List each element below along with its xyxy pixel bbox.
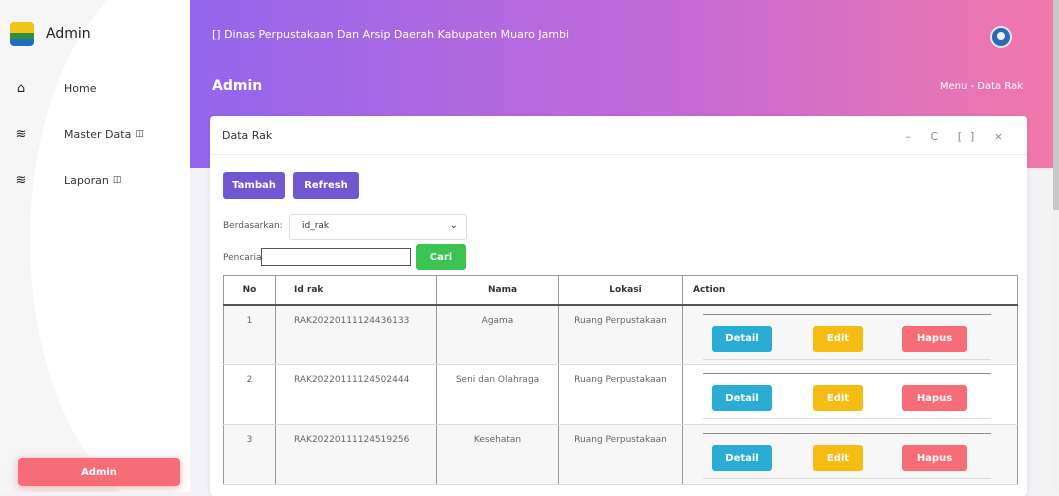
- expand-icon: ◫: [112, 175, 122, 185]
- detail-button[interactable]: Detail: [712, 445, 772, 471]
- sidebar-item-label: Home: [64, 81, 97, 95]
- sidebar-item-home[interactable]: ⌂ Home: [8, 65, 184, 111]
- row-actions: Detail Edit Hapus: [682, 424, 1018, 485]
- sidebar-item-label: Master Data: [64, 127, 132, 141]
- home-icon: ⌂: [16, 80, 26, 96]
- detail-button[interactable]: Detail: [712, 325, 772, 352]
- delete-button[interactable]: Hapus: [902, 325, 967, 352]
- sidebar-item-label: Laporan: [64, 173, 109, 187]
- table-row: 3 RAK20220111124519256 Kesehatan Ruang P…: [223, 424, 1018, 485]
- page-title: Admin: [212, 78, 263, 94]
- rak-name: Seni dan Olahraga: [436, 364, 559, 425]
- divider: [210, 154, 1027, 155]
- delete-button[interactable]: Hapus: [902, 445, 967, 471]
- edit-button[interactable]: Edit: [813, 385, 863, 411]
- rak-id: RAK20220111124502444: [275, 364, 437, 425]
- table-row: 1 RAK20220111124436133 Agama Ruang Perpu…: [223, 304, 1018, 365]
- regency-logo-icon: [10, 22, 34, 46]
- row-actions: Detail Edit Hapus: [682, 364, 1018, 425]
- rak-id: RAK20220111124519256: [275, 424, 437, 485]
- search-button[interactable]: Cari: [416, 244, 466, 270]
- app-title: [] Dinas Perpustakaan Dan Arsip Daerah K…: [212, 28, 570, 41]
- delete-button[interactable]: Hapus: [902, 385, 967, 411]
- chevron-down-icon: ⌄: [449, 220, 458, 231]
- row-number: 2: [223, 364, 276, 425]
- rak-location: Ruang Perpustakaan: [558, 364, 683, 425]
- page-scrollbar[interactable]: [1053, 0, 1059, 492]
- card-tools[interactable]: – C [] ×: [906, 130, 1011, 143]
- filter-value: id_rak: [302, 221, 330, 231]
- user-admin-button[interactable]: Admin: [18, 458, 180, 486]
- breadcrumb: Menu - Data Rak: [939, 81, 1023, 92]
- row-number: 3: [223, 424, 276, 485]
- data-rak-table: No Id rak Nama Lokasi Action 1 RAK202201…: [223, 275, 1018, 485]
- scrollbar-thumb[interactable]: [1053, 0, 1059, 210]
- data-rak-card: Data Rak – C [] × Tambah Refresh Berdasa…: [210, 116, 1027, 496]
- rak-location: Ruang Perpustakaan: [558, 304, 683, 365]
- layers-icon: ≋: [15, 126, 27, 142]
- card-title: Data Rak: [222, 129, 273, 142]
- filter-label: Berdasarkan:: [223, 221, 283, 231]
- rak-name: Agama: [436, 304, 559, 365]
- detail-button[interactable]: Detail: [712, 385, 772, 411]
- expand-icon: ◫: [135, 129, 144, 139]
- filter-select[interactable]: id_rak ⌄: [289, 214, 467, 240]
- layers-icon: ≋: [15, 172, 27, 188]
- row-number: 1: [223, 304, 276, 365]
- rak-location: Ruang Perpustakaan: [558, 424, 683, 485]
- column-header[interactable]: Nama: [436, 275, 559, 306]
- column-header[interactable]: Lokasi: [558, 275, 683, 306]
- sidebar-item-laporan[interactable]: ≋ Laporan ◫: [8, 157, 184, 203]
- search-input[interactable]: [261, 248, 411, 266]
- brand-name: Admin: [46, 26, 91, 42]
- column-header: Action: [682, 275, 1018, 306]
- brand[interactable]: Admin: [10, 22, 91, 46]
- user-avatar-icon[interactable]: [990, 26, 1012, 48]
- rak-name: Kesehatan: [436, 424, 559, 485]
- row-actions: Detail Edit Hapus: [682, 304, 1018, 365]
- table-row: 2 RAK20220111124502444 Seni dan Olahraga…: [223, 364, 1018, 425]
- edit-button[interactable]: Edit: [813, 445, 863, 471]
- sidebar-nav: ⌂ Home ≋ Master Data ◫ ≋ Laporan ◫: [8, 65, 184, 203]
- refresh-button[interactable]: Refresh: [293, 172, 359, 199]
- rak-id: RAK20220111124436133: [275, 304, 437, 365]
- edit-button[interactable]: Edit: [813, 325, 863, 352]
- table-header-row: No Id rak Nama Lokasi Action: [223, 275, 1018, 306]
- sidebar: Admin ⌂ Home ≋ Master Data ◫ ≋ Laporan ◫…: [0, 0, 190, 492]
- add-button[interactable]: Tambah: [223, 172, 285, 199]
- column-header[interactable]: Id rak: [275, 275, 437, 306]
- main-content: [] Dinas Perpustakaan Dan Arsip Daerah K…: [190, 0, 1059, 496]
- column-header[interactable]: No: [223, 275, 276, 306]
- sidebar-item-master-data[interactable]: ≋ Master Data ◫: [8, 111, 184, 157]
